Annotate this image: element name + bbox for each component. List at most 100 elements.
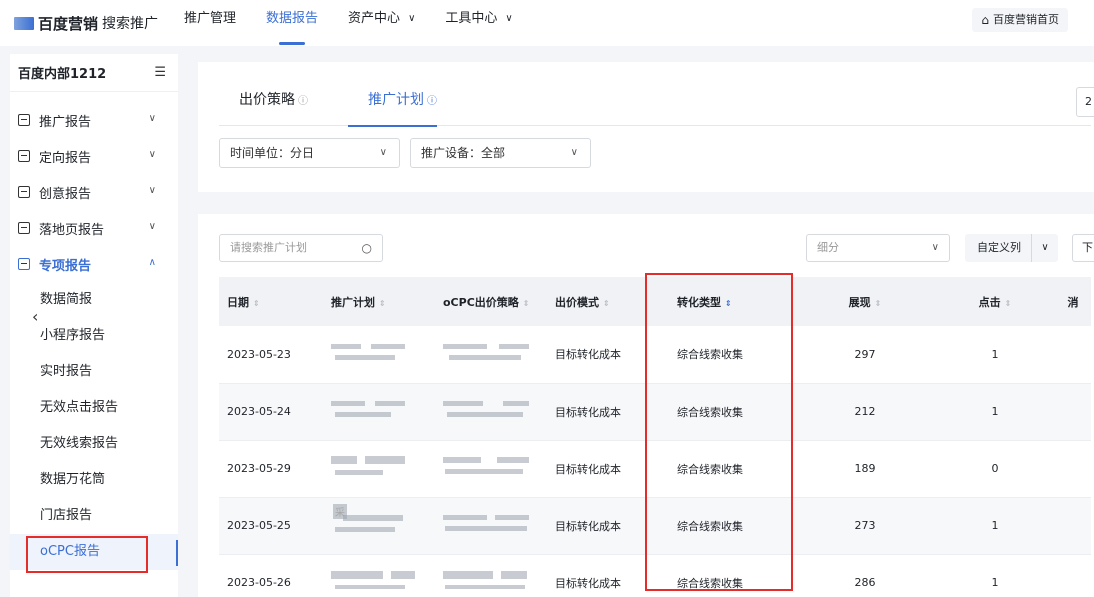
home-button[interactable]: ⌂ 百度营销首页 bbox=[972, 8, 1068, 32]
landing-page-icon bbox=[18, 222, 30, 234]
chevron-down-icon: ∨ bbox=[148, 221, 156, 232]
date-range-button[interactable]: 2 bbox=[1076, 87, 1094, 117]
select-value: 时间单位：分日 bbox=[230, 146, 315, 160]
time-unit-select[interactable]: 时间单位：分日 ∨ bbox=[219, 138, 400, 168]
sidebar-group-label: 定向报告 bbox=[39, 150, 92, 166]
cell-impressions: 212 bbox=[795, 383, 935, 441]
special-report-icon bbox=[18, 258, 30, 270]
sort-icon[interactable]: ⇕ bbox=[725, 299, 732, 308]
nav-promotion-management[interactable]: 推广管理 bbox=[184, 0, 236, 46]
cell-impressions: 189 bbox=[795, 440, 935, 498]
cell-cost bbox=[1055, 440, 1091, 498]
sort-icon[interactable]: ⇕ bbox=[253, 299, 260, 308]
search-placeholder: 请搜索推广计划 bbox=[230, 241, 307, 254]
tab-bid-strategy[interactable]: 出价策略 ⓘ bbox=[219, 86, 308, 126]
sidebar-group-targeting-report[interactable]: 定向报告 ∨ bbox=[10, 138, 178, 174]
column-header-plan[interactable]: 推广计划 ⇕ bbox=[331, 277, 443, 326]
chevron-left-icon[interactable]: ‹ bbox=[32, 307, 38, 326]
table-row[interactable]: 2023-05-23 目标转化成本 综合线索收集 297 1 bbox=[219, 326, 1091, 384]
device-select[interactable]: 推广设备：全部 ∨ bbox=[410, 138, 591, 168]
column-header-clicks[interactable]: 点击 ⇕ bbox=[935, 277, 1055, 326]
sidebar-item-invalid-click-report[interactable]: 无效点击报告 bbox=[10, 390, 178, 426]
nav-asset-center[interactable]: 资产中心 ∨ bbox=[348, 0, 415, 46]
cell-plan-redacted: 采 bbox=[331, 497, 443, 555]
sort-icon[interactable]: ⇕ bbox=[1005, 299, 1012, 308]
nav-tool-center[interactable]: 工具中心 ∨ bbox=[445, 0, 512, 46]
sort-icon[interactable]: ⇕ bbox=[379, 299, 386, 308]
cell-plan-redacted bbox=[331, 383, 443, 441]
sidebar-item-realtime-report[interactable]: 实时报告 bbox=[10, 354, 178, 390]
cell-cost bbox=[1055, 326, 1091, 384]
sort-icon[interactable]: ⇕ bbox=[523, 299, 530, 308]
help-icon[interactable]: ⓘ bbox=[427, 96, 437, 107]
cell-date: 2023-05-29 bbox=[219, 440, 331, 498]
sidebar-group-creative-report[interactable]: 创意报告 ∨ bbox=[10, 174, 178, 210]
cell-date: 2023-05-25 bbox=[219, 497, 331, 555]
sort-icon[interactable]: ⇕ bbox=[603, 299, 610, 308]
cell-plan-redacted bbox=[331, 554, 443, 597]
column-header-ocpc-strategy[interactable]: oCPC出价策略 ⇕ bbox=[443, 277, 555, 326]
nav-data-report[interactable]: 数据报告 bbox=[266, 0, 318, 46]
chevron-up-icon: ∧ bbox=[148, 257, 156, 268]
redacted-block bbox=[331, 398, 417, 422]
table-header-row: 日期 ⇕ 推广计划 ⇕ oCPC出价策略 ⇕ 出价模式 ⇕ 转化类型 ⇕ 展现 ⇕ 点击 ⇕ … bbox=[219, 277, 1091, 326]
nav-label: 数据报告 bbox=[266, 11, 319, 26]
header-label: 点击 bbox=[978, 295, 1001, 309]
download-label: 下 bbox=[1082, 241, 1093, 254]
chevron-down-icon: ∨ bbox=[931, 242, 939, 253]
chevron-down-icon: ∨ bbox=[148, 113, 156, 124]
header-label: 消 bbox=[1067, 295, 1079, 309]
sidebar-group-promotion-report[interactable]: 推广报告 ∨ bbox=[10, 102, 178, 138]
nav-label: 资产中心 bbox=[348, 11, 401, 26]
help-icon[interactable]: ⓘ bbox=[298, 96, 308, 107]
tab-bar: 出价策略 ⓘ 推广计划 ⓘ bbox=[219, 86, 1091, 127]
table-row[interactable]: 2023-05-26 目标转化成本 综合线索收集 286 1 bbox=[219, 554, 1091, 597]
search-icon[interactable]: ○ bbox=[362, 235, 372, 261]
sidebar-item-invalid-lead-report[interactable]: 无效线索报告 bbox=[10, 426, 178, 462]
download-button[interactable]: 下 bbox=[1072, 234, 1094, 262]
cell-date: 2023-05-24 bbox=[219, 383, 331, 441]
table-row[interactable]: 2023-05-24 目标转化成本 综合线索收集 212 1 bbox=[219, 383, 1091, 441]
header-label: 日期 bbox=[227, 295, 249, 309]
redacted-block bbox=[443, 455, 529, 479]
chevron-down-icon: ∨ bbox=[148, 185, 156, 196]
column-header-conversion-type[interactable]: 转化类型 ⇕ bbox=[655, 277, 795, 326]
cell-clicks: 1 bbox=[935, 326, 1055, 384]
column-header-cost[interactable]: 消 bbox=[1055, 277, 1091, 326]
filter-card: 出价策略 ⓘ 推广计划 ⓘ 时间单位：分日 ∨ 推广设备：全部 ∨ 2 bbox=[198, 62, 1094, 192]
sidebar-item-store-report[interactable]: 门店报告 bbox=[10, 498, 178, 534]
table-row[interactable]: 2023-05-25 采 目标转化成本 综合线索收集 273 1 bbox=[219, 497, 1091, 555]
chevron-down-icon[interactable]: ∨ bbox=[1031, 234, 1058, 262]
column-header-date[interactable]: 日期 ⇕ bbox=[219, 277, 331, 326]
cell-clicks: 0 bbox=[935, 440, 1055, 498]
logo[interactable]: 百度营销 搜索推广 bbox=[14, 13, 158, 34]
cell-plan-redacted bbox=[331, 440, 443, 498]
cell-clicks: 1 bbox=[935, 554, 1055, 597]
column-header-impressions[interactable]: 展现 ⇕ bbox=[795, 277, 935, 326]
sidebar-group-landing-page-report[interactable]: 落地页报告 ∨ bbox=[10, 210, 178, 246]
cell-cost bbox=[1055, 383, 1091, 441]
redacted-block bbox=[331, 455, 417, 479]
sidebar-item-ocpc-report[interactable]: oCPC报告 bbox=[10, 534, 178, 570]
custom-columns-button[interactable]: 自定义列 ∨ bbox=[965, 234, 1058, 262]
column-header-bid-mode[interactable]: 出价模式 ⇕ bbox=[555, 277, 655, 326]
chevron-down-icon: ∨ bbox=[570, 147, 578, 158]
tab-promotion-plan[interactable]: 推广计划 ⓘ bbox=[348, 86, 437, 127]
table-row[interactable]: 2023-05-29 目标转化成本 综合线索收集 189 0 bbox=[219, 440, 1091, 498]
sidebar-group-label: 专项报告 bbox=[39, 258, 92, 274]
cell-conversion-type: 综合线索收集 bbox=[655, 554, 795, 597]
creative-icon bbox=[18, 186, 30, 198]
menu-collapse-icon[interactable]: ☰ bbox=[154, 65, 166, 80]
account-name: 百度内部1212 ☰ bbox=[10, 54, 178, 92]
search-input[interactable]: 请搜索推广计划 ○ bbox=[219, 234, 383, 262]
sidebar-group-special-report[interactable]: 专项报告 ∧ bbox=[10, 246, 178, 282]
nav-label: 工具中心 bbox=[445, 11, 498, 26]
select-placeholder: 细分 bbox=[817, 241, 839, 254]
sort-icon[interactable]: ⇕ bbox=[875, 299, 882, 308]
header-label: 出价模式 bbox=[555, 295, 599, 309]
cell-strategy-redacted bbox=[443, 326, 555, 384]
breakdown-select[interactable]: 细分 ∨ bbox=[806, 234, 950, 262]
sidebar-item-data-kaleidoscope[interactable]: 数据万花筒 bbox=[10, 462, 178, 498]
cell-strategy-redacted bbox=[443, 440, 555, 498]
sidebar-scrollbar[interactable] bbox=[176, 540, 178, 566]
